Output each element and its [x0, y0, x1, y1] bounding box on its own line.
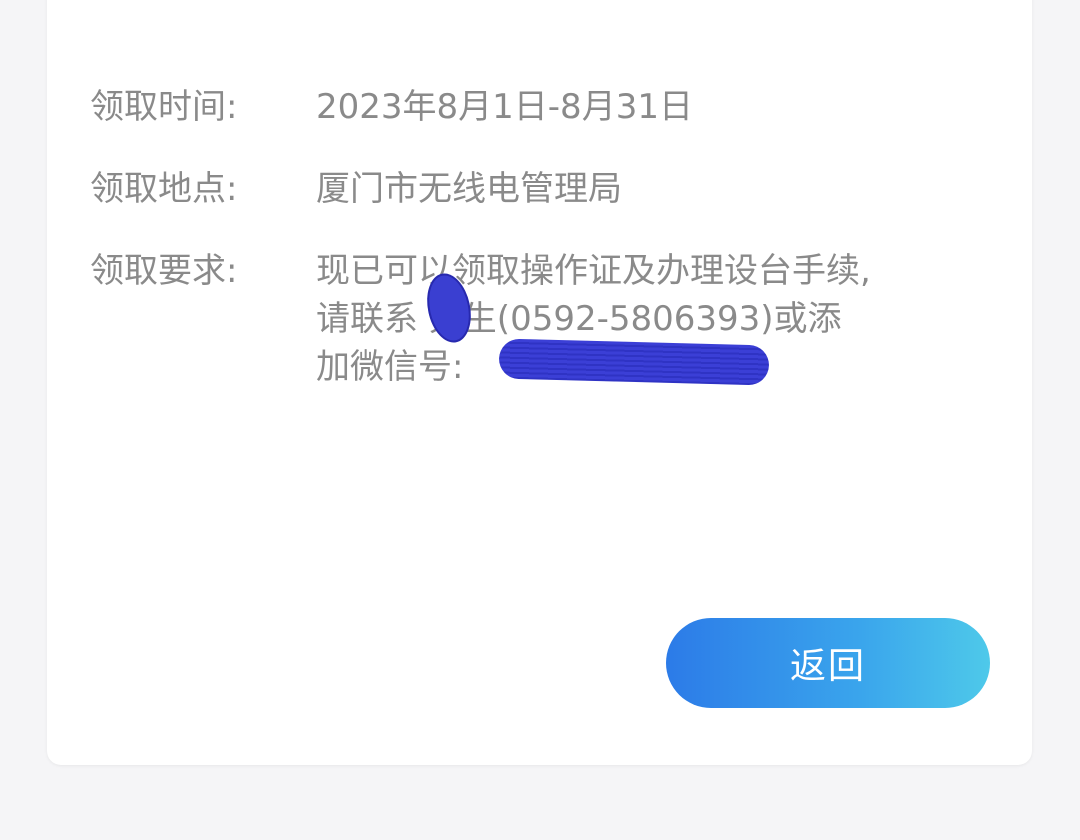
location-row: 领取地点: 厦门市无线电管理局 — [90, 165, 622, 213]
time-value: 2023年8月1日-8月31日 — [316, 87, 693, 127]
back-button[interactable]: 返回 — [666, 618, 990, 708]
requirement-line-1: 现已可以领取操作证及办理设台手续, — [316, 251, 871, 291]
location-value: 厦门市无线电管理局 — [316, 169, 622, 209]
time-row: 领取时间: 2023年8月1日-8月31日 — [90, 83, 693, 131]
redaction-mark-wechat — [498, 338, 770, 386]
location-label: 领取地点: — [90, 169, 238, 209]
requirement-label: 领取要求: — [90, 251, 238, 291]
time-label: 领取时间: — [90, 87, 238, 127]
info-card: 领取时间: 2023年8月1日-8月31日 领取地点: 厦门市无线电管理局 领取… — [47, 0, 1032, 765]
requirement-line-2: 请联系 先生(0592-5806393)或添 — [316, 299, 842, 339]
